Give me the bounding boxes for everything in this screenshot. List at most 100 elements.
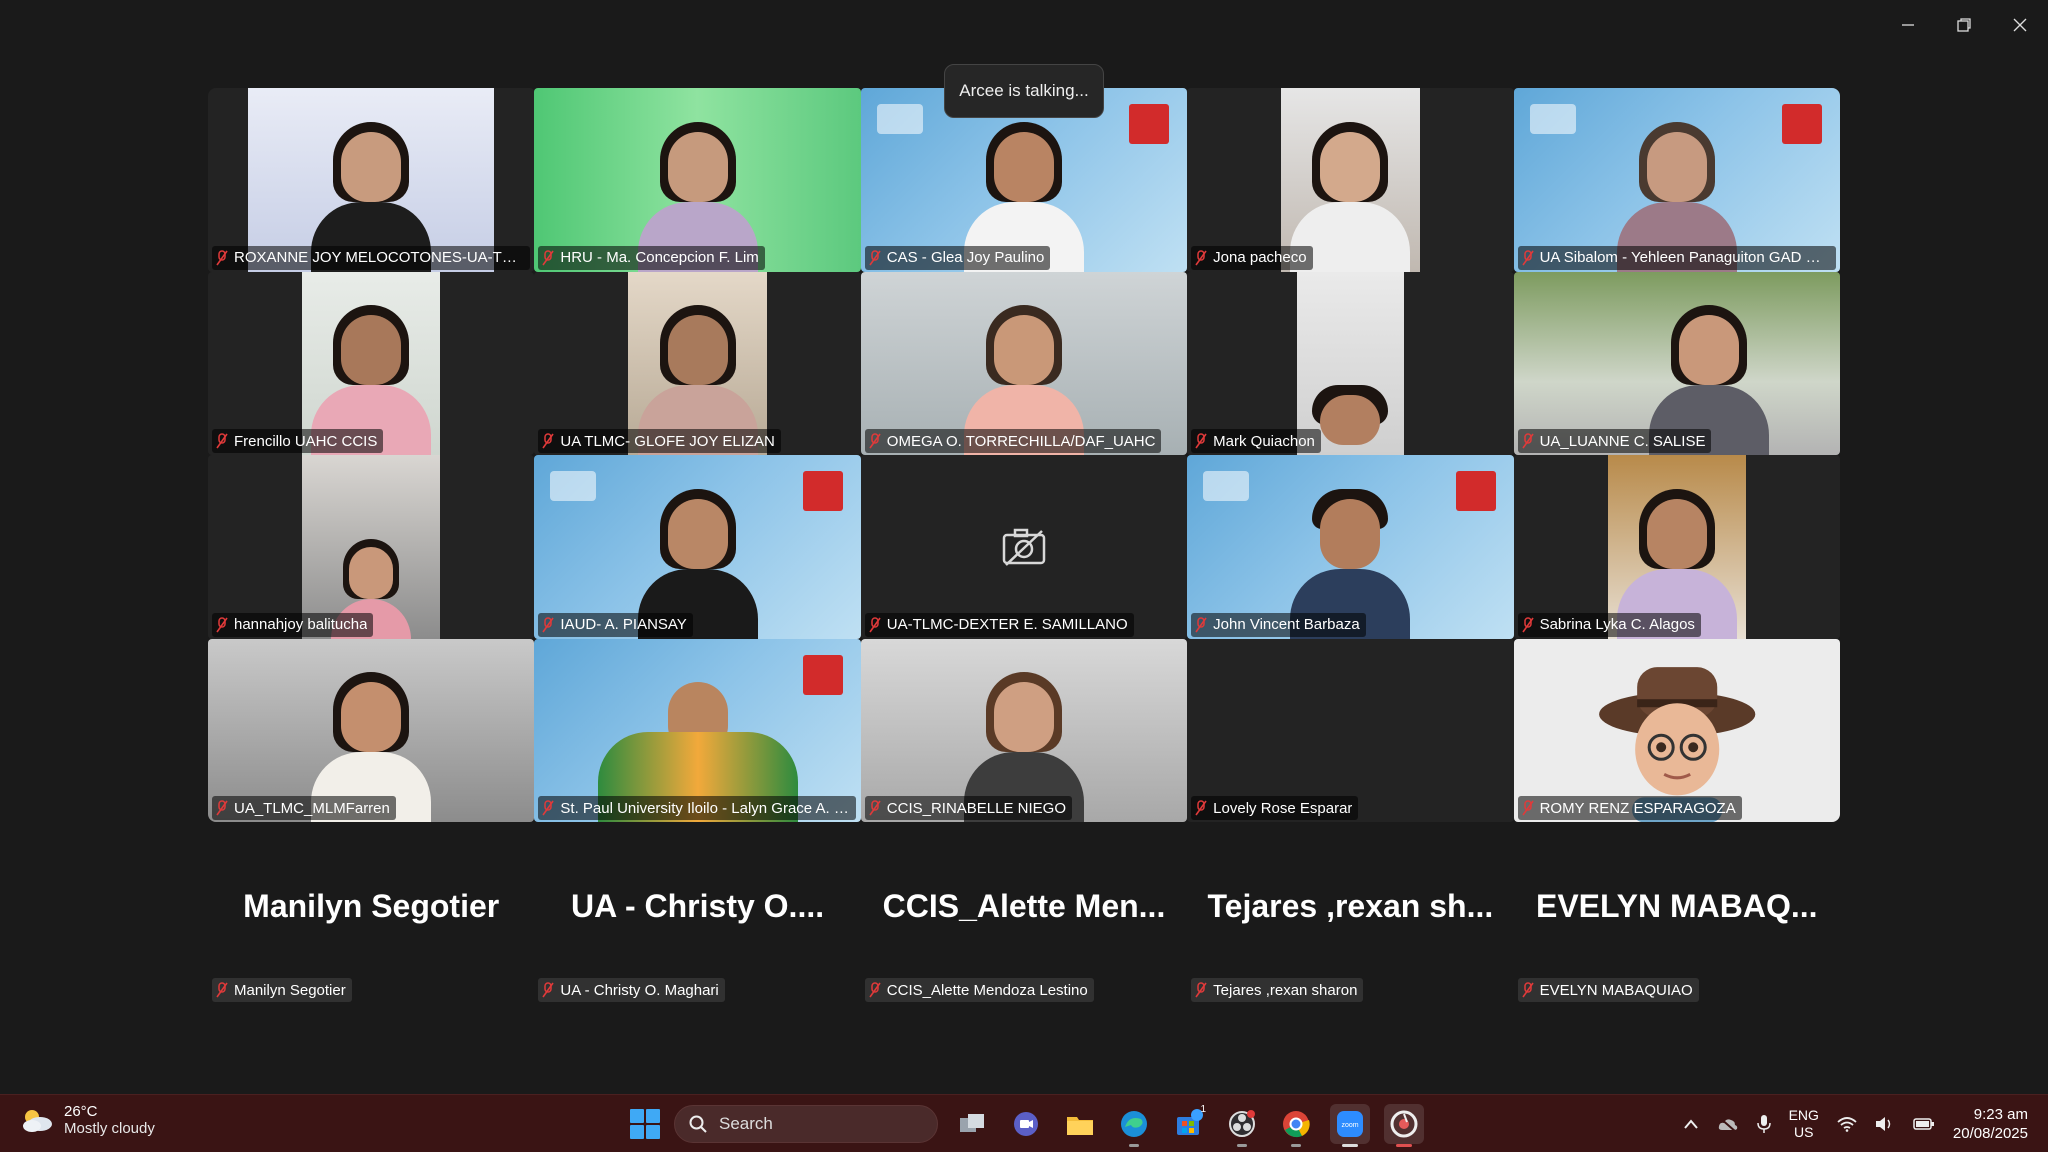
cloud-offline-icon[interactable] [1717,1116,1739,1132]
sdg-logo [1781,104,1822,144]
muted-mic-icon [216,800,228,816]
muted-mic-icon [869,616,881,632]
running-indicator [1291,1144,1301,1147]
participant-nametag: UA TLMC- GLOFE JOY ELIZAN [538,429,781,453]
close-button[interactable] [1992,0,2048,50]
audio-participant-tile[interactable]: EVELYN MABAQ... EVELYN MABAQUIAO [1514,848,1840,1008]
participant-tile[interactable]: UA Sibalom - Yehleen Panaguiton GAD Fo..… [1513,88,1840,272]
microsoft-store-button[interactable]: 1 [1168,1104,1208,1144]
participant-video [534,638,861,822]
muted-mic-icon [216,249,228,265]
participant-tile[interactable]: Jona pacheco [1187,88,1514,272]
muted-mic-icon [1195,249,1207,265]
participant-tile[interactable]: UA-TLMC-DEXTER E. SAMILLANO [860,455,1188,639]
obs-studio-button[interactable] [1222,1104,1262,1147]
participant-nametag: HRU - Ma. Concepcion F. Lim [538,245,765,270]
participant-video [302,455,441,639]
muted-mic-icon [1521,433,1534,449]
muted-mic-icon [1195,982,1207,998]
muted-mic-icon [542,800,555,816]
teams-app-button[interactable] [1006,1104,1046,1144]
audio-participant-tile[interactable]: UA - Christy O.... UA - Christy O. Magha… [534,848,860,1008]
file-explorer-button[interactable] [1060,1104,1100,1144]
microphone-icon[interactable] [1756,1114,1771,1134]
wifi-icon[interactable] [1837,1116,1857,1132]
muted-mic-icon [1521,616,1534,632]
participant-tile[interactable]: ROXANNE JOY MELOCOTONES-UA-TLMC [208,88,535,272]
task-view-button[interactable] [952,1104,992,1144]
meet-chat-icon [1014,1112,1038,1136]
participant-tile[interactable]: John Vincent Barbaza [1187,455,1514,639]
participant-tile[interactable]: UA_TLMC_MLMFarren [208,638,535,822]
audio-participant-name: EVELYN MABAQ... [1535,888,1818,924]
participant-tile[interactable]: IAUD- A. PIANSAY [534,455,861,639]
participant-nametag: UA - Christy O. Maghari [538,978,725,1002]
clock[interactable]: 9:23 am 20/08/2025 [1953,1105,2028,1143]
weather-temperature: 26°C [64,1103,98,1120]
edge-browser-button[interactable] [1114,1104,1154,1147]
participant-nametag: CCIS_RINABELLE NIEGO [864,796,1073,820]
webinar-logo [1203,471,1250,501]
muted-mic-icon [869,800,881,816]
participant-video [1607,455,1746,639]
muted-mic-icon [1195,433,1207,449]
system-tray: ENG US 9:23 am 20/08/2025 [1683,1101,2028,1147]
participant-video [1297,271,1404,455]
webinar-logo [550,471,597,501]
screen-recorder-button[interactable] [1384,1104,1424,1147]
restore-button[interactable] [1936,0,1992,50]
participant-video [860,271,1188,455]
running-indicator [1396,1144,1412,1147]
chrome-icon [1283,1111,1310,1138]
talking-indicator: Arcee is talking... [944,64,1104,118]
participant-tile[interactable]: St. Paul University Iloilo - Lalyn Grace… [534,638,861,822]
taskbar-apps: Search 1 zoom [630,1101,1424,1147]
participant-video [1281,88,1420,272]
zoom-icon: zoom [1337,1111,1363,1137]
participant-nametag: UA Sibalom - Yehleen Panaguiton GAD Fo..… [1517,245,1836,270]
audio-participant-tile[interactable]: CCIS_Alette Men... CCIS_Alette Mendoza L… [861,848,1187,1008]
participant-video [860,638,1188,822]
weather-widget[interactable]: 26°C Mostly cloudy [20,1103,155,1137]
participant-tile[interactable]: ROMY RENZ ESPARAGOZA [1513,638,1840,822]
zoom-app-button[interactable]: zoom [1330,1104,1370,1147]
chevron-up-icon[interactable] [1683,1118,1699,1130]
participant-nametag: Mark Quiachon [1191,429,1321,453]
volume-icon[interactable] [1875,1116,1895,1132]
participant-video [1187,638,1514,822]
participant-tile[interactable]: UA TLMC- GLOFE JOY ELIZAN [534,271,861,455]
muted-mic-icon [216,433,228,449]
sdg-logo [1455,471,1496,511]
participant-nametag: CAS - Glea Joy Paulino [864,245,1051,270]
participant-tile[interactable]: hannahjoy balitucha [208,455,535,639]
participant-nametag: Sabrina Lyka C. Alagos [1517,612,1701,637]
folder-icon [1067,1117,1093,1135]
muted-mic-icon [1521,800,1534,816]
participant-tile[interactable]: OMEGA O. TORRECHILLA/DAF_UAHC [860,271,1188,455]
taskbar-search[interactable]: Search [674,1105,938,1143]
participant-tile[interactable]: Sabrina Lyka C. Alagos [1513,455,1840,639]
search-icon [689,1115,707,1133]
participant-nametag: OMEGA O. TORRECHILLA/DAF_UAHC [864,429,1162,453]
participant-tile[interactable]: UA_LUANNE C. SALISE [1513,271,1840,455]
battery-icon[interactable] [1913,1117,1935,1131]
minimize-button[interactable] [1880,0,1936,50]
participant-tile[interactable]: Lovely Rose Esparar [1187,638,1514,822]
muted-mic-icon [1521,982,1534,998]
start-button[interactable] [630,1109,660,1139]
language-indicator[interactable]: ENG US [1789,1107,1819,1141]
participant-tile[interactable]: CCIS_RINABELLE NIEGO [860,638,1188,822]
audio-participant-tile[interactable]: Manilyn Segotier Manilyn Segotier [208,848,534,1008]
avatar-cowboy-icon [1598,666,1755,822]
muted-mic-icon [542,616,555,632]
participant-tile[interactable]: HRU - Ma. Concepcion F. Lim [534,88,861,272]
chrome-browser-button[interactable] [1276,1104,1316,1147]
participant-tile[interactable]: Frencillo UAHC CCIS [208,271,535,455]
svg-text:zoom: zoom [1341,1122,1358,1129]
recorder-icon [1390,1110,1418,1138]
participant-tile[interactable]: Mark Quiachon [1187,271,1514,455]
participant-video [534,88,861,272]
participant-nametag: St. Paul University Iloilo - Lalyn Grace… [538,796,857,820]
muted-mic-icon [216,616,228,632]
audio-participant-tile[interactable]: Tejares ,rexan sh... Tejares ,rexan shar… [1187,848,1513,1008]
